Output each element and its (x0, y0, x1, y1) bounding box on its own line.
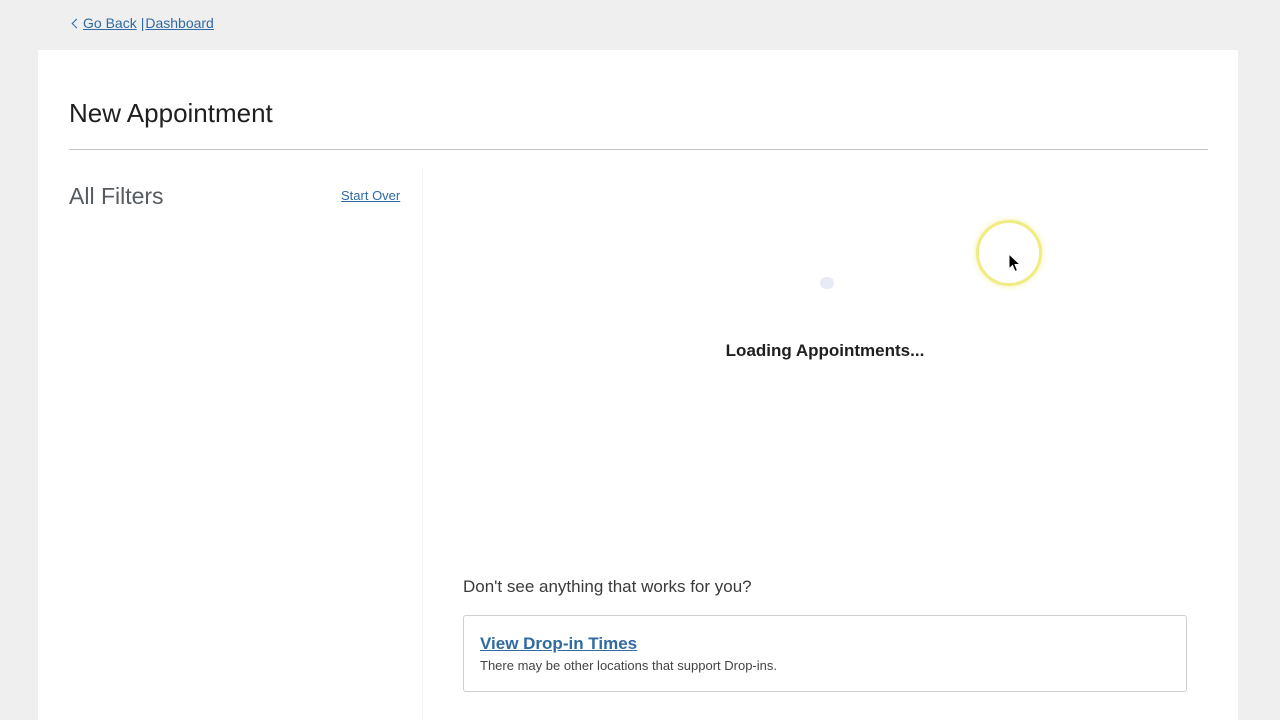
filters-title: All Filters (69, 183, 164, 209)
page-title: New Appointment (69, 98, 273, 128)
view-dropin-times-link[interactable]: View Drop-in Times (480, 634, 637, 654)
dropin-description: There may be other locations that suppor… (480, 658, 777, 673)
chevron-left-icon (71, 18, 82, 29)
loading-spinner-icon (820, 277, 834, 289)
go-back-link[interactable]: Go Back (83, 15, 137, 31)
loading-message: Loading Appointments... (725, 341, 925, 360)
dashboard-link[interactable]: Dashboard (145, 15, 214, 31)
start-over-link[interactable]: Start Over (341, 188, 400, 203)
dropin-card: View Drop-in Times There may be other lo… (463, 615, 1187, 692)
mouse-pointer-icon (1008, 253, 1022, 273)
main-card: New Appointment All Filters Start Over L… (38, 50, 1238, 720)
breadcrumb-separator: | (140, 15, 145, 31)
breadcrumb: Go Back | Dashboard (71, 15, 214, 31)
title-divider (69, 149, 1208, 150)
page: Go Back | Dashboard New Appointment All … (0, 0, 1280, 720)
no-options-prompt: Don't see anything that works for you? (463, 577, 752, 596)
sidebar-divider (422, 168, 423, 720)
